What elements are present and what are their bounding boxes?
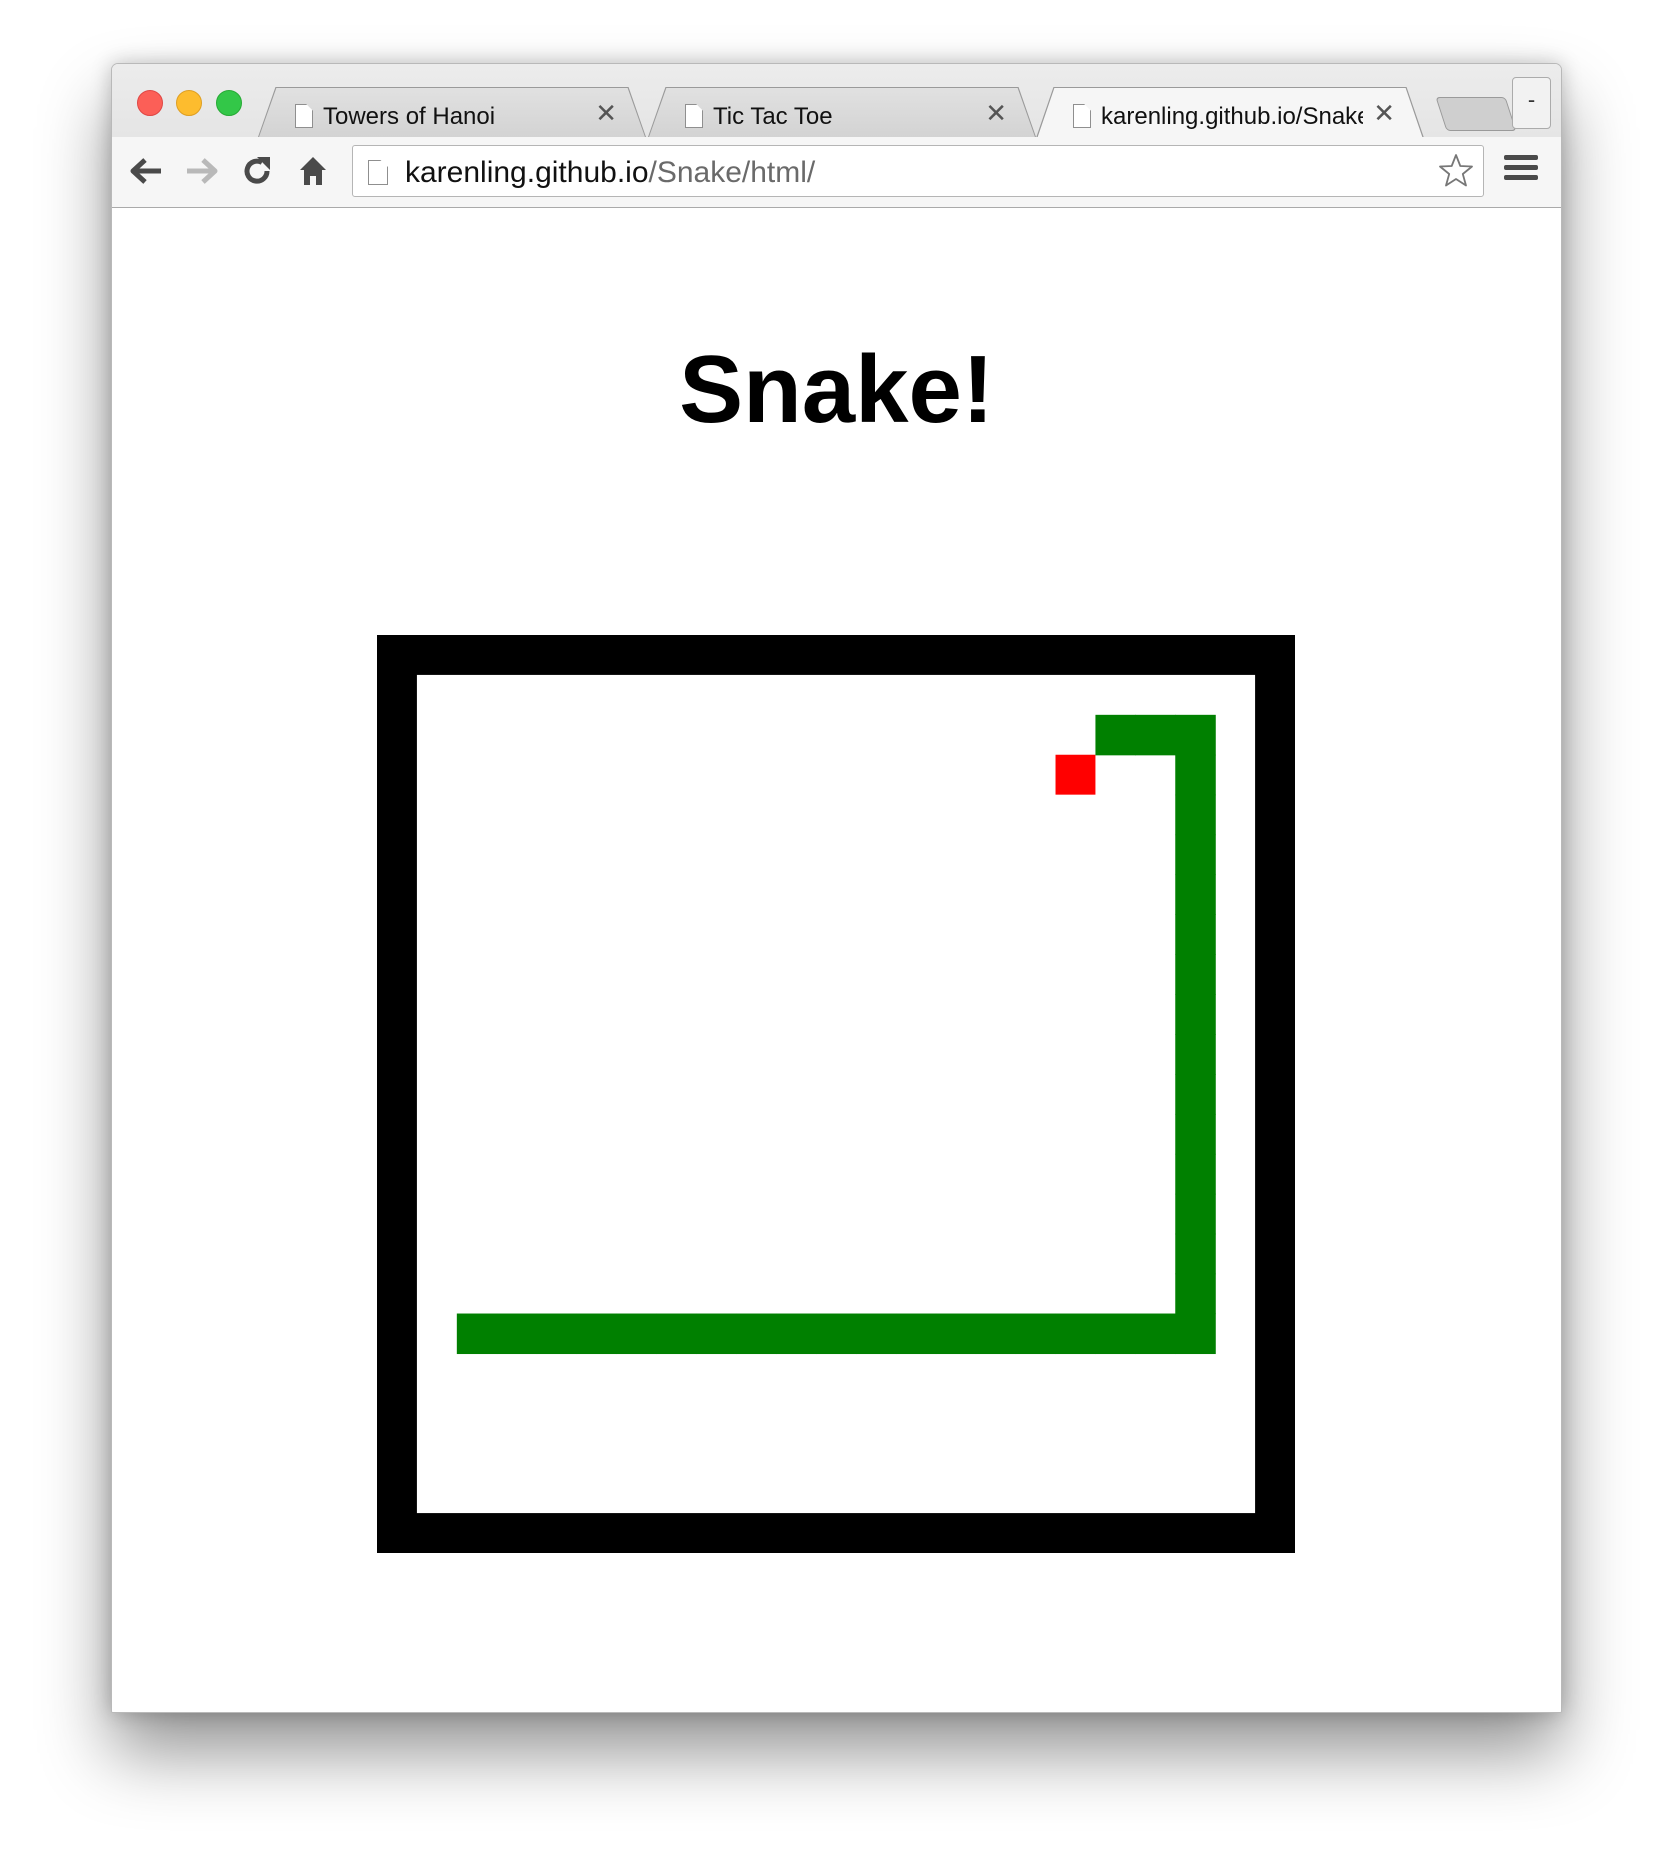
minimize-window-button[interactable] [176, 90, 202, 116]
snake-segment [1175, 994, 1216, 1035]
toolbar: karenling.github.io/Snake/html/ [112, 137, 1561, 207]
board-floor [416, 674, 1256, 1514]
snake-segment [496, 1313, 538, 1355]
snake-segment [1175, 1233, 1216, 1275]
snake-segment [1175, 1074, 1216, 1115]
tab-title: karenling.github.io/Snake/html/ [1101, 103, 1363, 130]
snake-segment [536, 1313, 578, 1355]
snake-segment [576, 1313, 618, 1355]
snake-segment [696, 1313, 737, 1355]
page-title: Snake! [679, 336, 994, 443]
snake-segment [456, 1313, 498, 1355]
maximize-window-button[interactable] [216, 90, 242, 116]
back-button[interactable] [128, 153, 164, 189]
game-board[interactable] [377, 635, 1295, 1553]
bookmark-star-button[interactable] [1437, 152, 1475, 195]
address-bar[interactable]: karenling.github.io/Snake/html/ [352, 145, 1484, 197]
page-icon [685, 104, 703, 128]
tab-title: Towers of Hanoi [323, 103, 496, 130]
snake-segment [1095, 1313, 1136, 1355]
forward-button[interactable] [184, 153, 220, 189]
snake-segment [1175, 954, 1216, 995]
snake-segment [776, 1313, 817, 1355]
snake-segment [855, 1313, 897, 1355]
tab-tic-tac-toe[interactable]: Tic Tac Toe ✕ [648, 87, 1036, 137]
browser-window: Towers of Hanoi ✕ Tic Tac Toe ✕ karenlin… [111, 63, 1562, 1713]
snake-segment [816, 1313, 857, 1355]
page-content: Snake! [112, 208, 1561, 1712]
reload-icon [244, 157, 270, 184]
snake-segment [935, 1313, 977, 1355]
menu-icon[interactable] [1504, 155, 1538, 185]
snake-segment [975, 1313, 1017, 1355]
snake-segment [1175, 874, 1216, 915]
page-icon [295, 104, 313, 128]
snake-segment [1175, 754, 1216, 796]
apple [1055, 754, 1096, 795]
back-arrow-icon [130, 158, 161, 184]
snake-segment [1175, 1034, 1216, 1075]
snake-segment [1095, 714, 1136, 756]
snake-segment [1175, 1313, 1216, 1355]
snake-segment [1175, 1113, 1216, 1155]
page-icon [368, 160, 388, 185]
snake-segment [1175, 714, 1216, 756]
close-tab-icon[interactable]: ✕ [985, 100, 1007, 126]
snake-segment [1055, 1313, 1097, 1355]
tab-towers-of-hanoi[interactable]: Towers of Hanoi ✕ [258, 87, 646, 137]
tab-strip: Towers of Hanoi ✕ Tic Tac Toe ✕ karenlin… [112, 64, 1561, 208]
snake-segment [1175, 1193, 1216, 1235]
forward-arrow-icon [187, 158, 218, 184]
page-icon [1073, 104, 1091, 128]
snake-segment [1175, 1153, 1216, 1195]
snake-segment [1175, 914, 1216, 955]
star-icon [1439, 154, 1473, 187]
close-window-button[interactable] [137, 90, 163, 116]
home-button[interactable] [295, 153, 331, 189]
snake-segment [1135, 714, 1176, 756]
snake-segment [1175, 834, 1216, 876]
home-icon [300, 157, 326, 185]
url-path: /Snake/html/ [648, 156, 816, 189]
snake-segment [1175, 794, 1216, 836]
snake-segment [656, 1313, 697, 1355]
snake-segment [895, 1313, 937, 1355]
snake-segment [736, 1313, 777, 1355]
snake-segment [616, 1313, 657, 1355]
new-tab-button[interactable] [1435, 97, 1517, 131]
reload-button[interactable] [239, 153, 275, 189]
snake-segment [1015, 1313, 1057, 1355]
close-tab-icon[interactable]: ✕ [1373, 100, 1395, 126]
tab-snake[interactable]: karenling.github.io/Snake/html/ ✕ [1036, 87, 1424, 138]
profile-button[interactable]: - [1512, 77, 1551, 129]
snake-segment [1135, 1313, 1176, 1355]
close-tab-icon[interactable]: ✕ [595, 100, 617, 126]
snake-segment [1175, 1273, 1216, 1315]
tab-title: Tic Tac Toe [713, 103, 833, 130]
url-host: karenling.github.io [405, 156, 649, 189]
url-text: karenling.github.io/Snake/html/ [405, 156, 815, 190]
